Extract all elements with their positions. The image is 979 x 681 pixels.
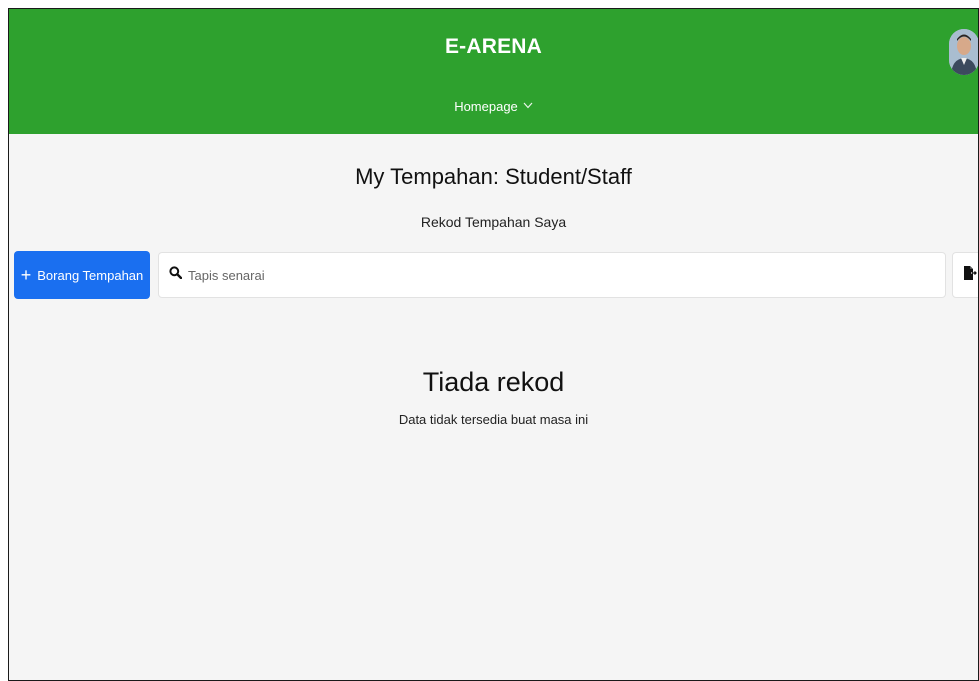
export-button[interactable] xyxy=(952,252,978,298)
search-box[interactable] xyxy=(158,252,946,298)
app-title: E-ARENA xyxy=(444,35,543,58)
header-bar: E-ARENA Homepage xyxy=(9,9,978,134)
user-avatar[interactable] xyxy=(949,29,978,75)
search-input[interactable] xyxy=(188,267,945,283)
new-booking-button[interactable]: + Borang Tempahan xyxy=(14,251,150,299)
file-export-icon xyxy=(963,265,977,286)
empty-state-message: Data tidak tersedia buat masa ini xyxy=(398,412,589,427)
page-subtitle: Rekod Tempahan Saya xyxy=(420,214,567,230)
plus-icon: + xyxy=(20,265,32,285)
homepage-menu-label: Homepage xyxy=(454,99,518,114)
new-booking-button-label: Borang Tempahan xyxy=(37,267,144,283)
empty-state-title: Tiada rekod xyxy=(422,367,565,397)
app-window: E-ARENA Homepage My Tempahan: Student/St… xyxy=(8,8,979,681)
page-title: My Tempahan: Student/Staff xyxy=(355,164,632,189)
homepage-menu[interactable]: Homepage xyxy=(9,99,978,114)
chevron-down-icon xyxy=(523,101,533,112)
list-toolbar: + Borang Tempahan xyxy=(14,251,978,299)
search-icon xyxy=(169,266,183,284)
